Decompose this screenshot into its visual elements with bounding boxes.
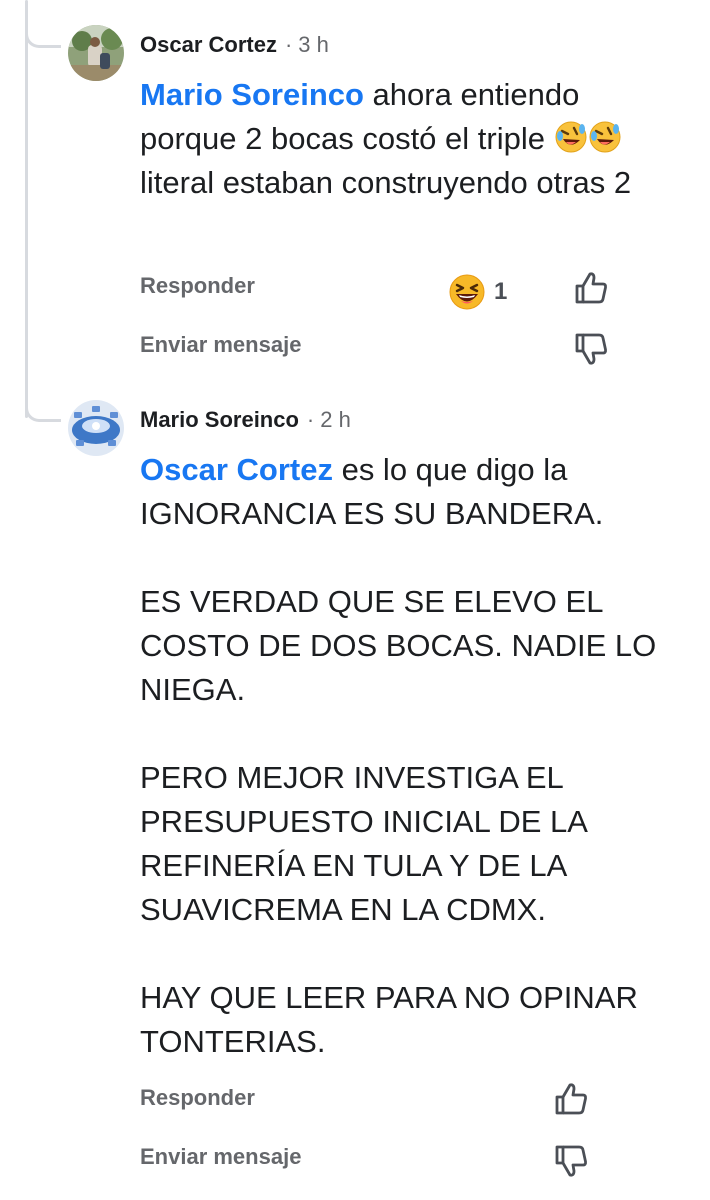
- rolling-laughing-emoji-icon: [588, 120, 622, 154]
- thread-line: [25, 0, 28, 418]
- send-message-button[interactable]: Enviar mensaje: [140, 331, 301, 359]
- thumbs-down-icon[interactable]: [552, 1142, 590, 1180]
- reaction-count: 1: [494, 278, 508, 305]
- thumbs-down-icon[interactable]: [572, 330, 610, 368]
- thumbs-up-icon[interactable]: [552, 1080, 590, 1118]
- thread-branch: [25, 402, 61, 422]
- comment-author[interactable]: Oscar Cortez: [140, 32, 277, 57]
- separator-dot: ·: [306, 407, 315, 432]
- comment-time[interactable]: 3 h: [298, 32, 329, 57]
- mention-link[interactable]: Mario Soreinco: [140, 77, 364, 112]
- comment-author[interactable]: Mario Soreinco: [140, 407, 299, 432]
- rolling-laughing-emoji-icon: [554, 120, 588, 154]
- comment-body: Mario Soreinco ahora entiendo porque 2 b…: [140, 73, 680, 205]
- comment-text: es lo que digo la IGNORANCIA ES SU BANDE…: [140, 452, 657, 1059]
- reply-button[interactable]: Responder: [140, 1084, 255, 1112]
- comment-body: Oscar Cortez es lo que digo la IGNORANCI…: [140, 448, 680, 1064]
- mention-link[interactable]: Oscar Cortez: [140, 452, 333, 487]
- avatar-photo-icon: [68, 400, 124, 456]
- thumbs-up-icon[interactable]: [572, 269, 610, 307]
- avatar[interactable]: [68, 400, 124, 456]
- comment-header: Mario Soreinco · 2 h: [140, 406, 351, 434]
- separator-dot: ·: [284, 32, 293, 57]
- reaction-summary[interactable]: 1: [448, 272, 507, 312]
- send-message-button[interactable]: Enviar mensaje: [140, 1143, 301, 1171]
- avatar-photo-icon: [68, 25, 124, 81]
- thread-branch: [25, 28, 61, 48]
- comment-header: Oscar Cortez · 3 h: [140, 31, 329, 59]
- grinning-squinting-face-icon: [448, 273, 486, 311]
- avatar[interactable]: [68, 25, 124, 81]
- comment-time[interactable]: 2 h: [320, 407, 351, 432]
- reply-button[interactable]: Responder: [140, 272, 255, 300]
